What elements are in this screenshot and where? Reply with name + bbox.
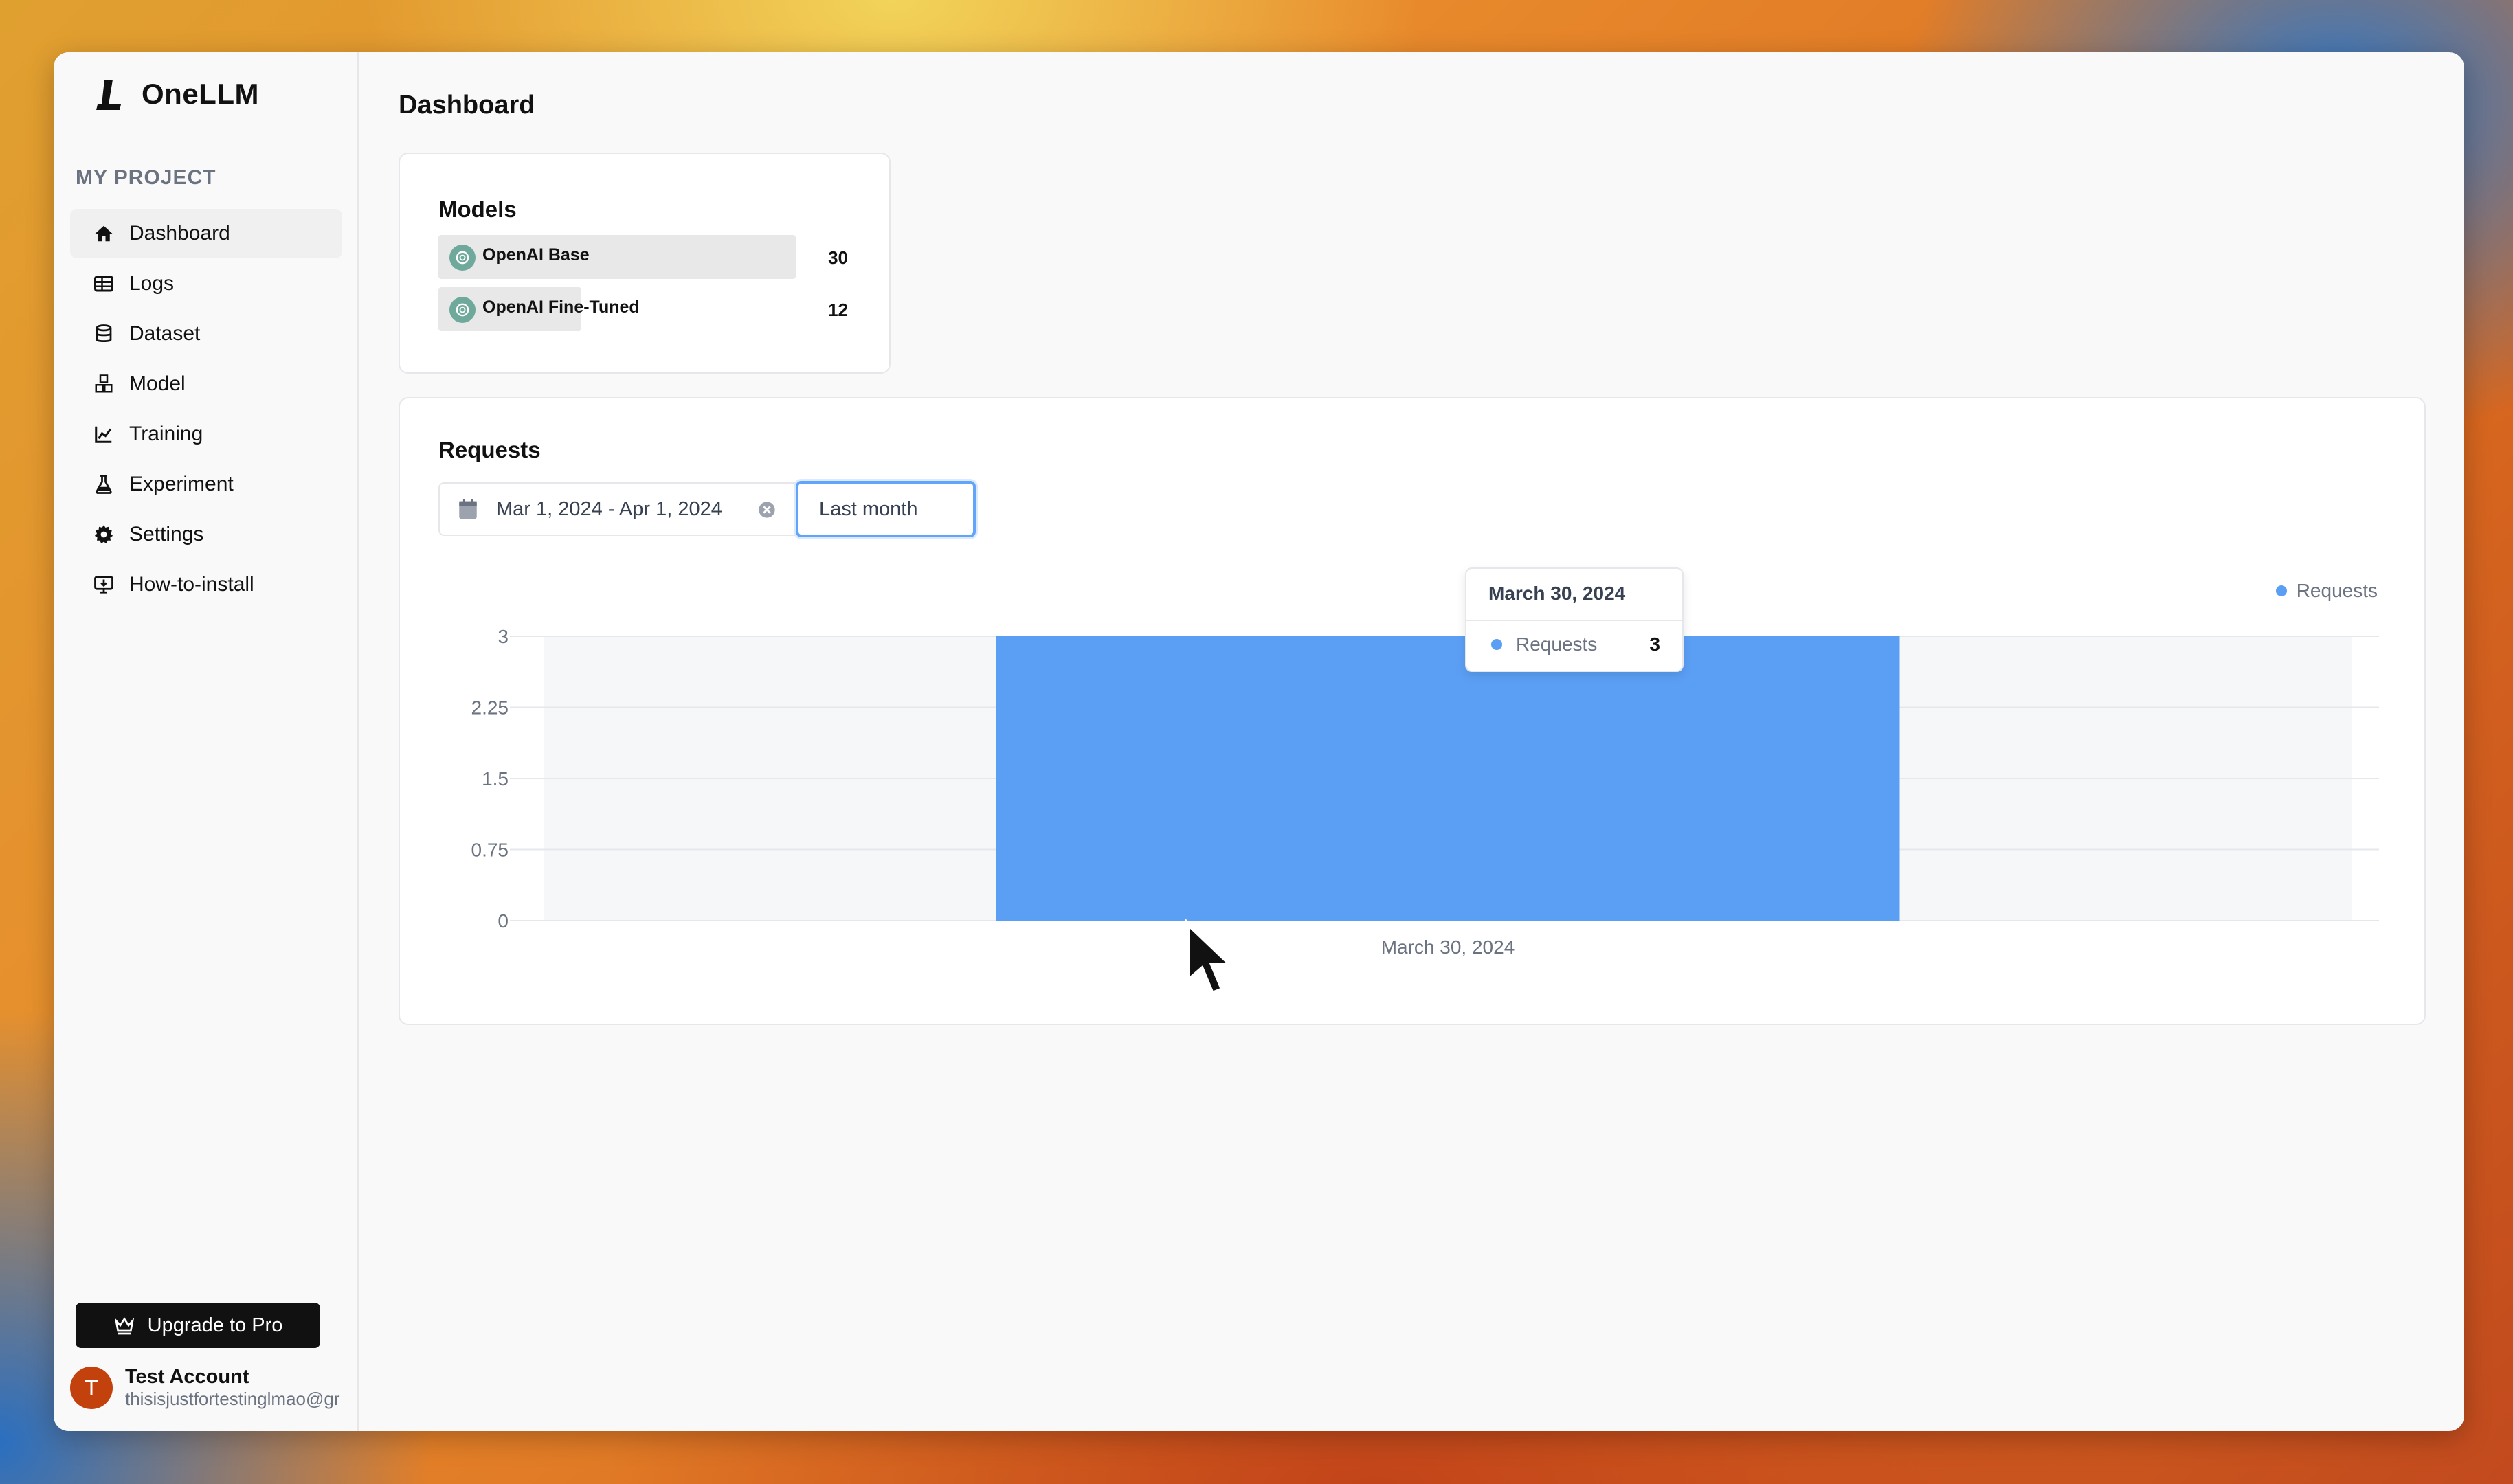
avatar: T [70, 1367, 113, 1409]
flask-icon [96, 475, 112, 494]
sidebar-item-settings[interactable]: Settings [70, 510, 342, 559]
tooltip-row: Requests 3 [1491, 633, 1660, 655]
models-card: Models OpenAI Base 30 OpenAI Fine-Tuned … [399, 153, 891, 374]
openai-icon [449, 297, 476, 323]
logo-icon [96, 80, 121, 110]
y-tick-label: 2.25 [471, 697, 509, 719]
sidebar: OneLLM MY PROJECT Dashboard Logs Dataset… [54, 52, 359, 1431]
chart-icon [95, 426, 112, 443]
sidebar-item-logs[interactable]: Logs [70, 259, 342, 308]
bar [996, 636, 1900, 921]
sidebar-item-label: Logs [129, 272, 175, 295]
sidebar-item-dashboard[interactable]: Dashboard [70, 209, 342, 258]
mouse-cursor-icon [1185, 919, 1233, 996]
account-menu[interactable]: T Test Account thisisjustfortestinglmao@… [70, 1366, 359, 1410]
home-icon [95, 225, 113, 242]
account-info: Test Account thisisjustfortestinglmao@gr [125, 1366, 342, 1410]
models-title: Models [438, 196, 517, 222]
project-label: MY PROJECT [76, 166, 216, 189]
tooltip-value: 3 [1649, 633, 1660, 655]
main-content: Dashboard Models OpenAI Base 30 OpenAI F… [359, 52, 2464, 1431]
tooltip-series: Requests [1516, 633, 1598, 655]
sidebar-item-dataset[interactable]: Dataset [70, 309, 342, 359]
gear-icon [94, 525, 113, 544]
app-name: OneLLM [142, 78, 259, 110]
monitor-download-icon [94, 576, 113, 594]
model-name: OpenAI Base [482, 245, 590, 265]
app-window: OneLLM MY PROJECT Dashboard Logs Dataset… [54, 52, 2464, 1431]
y-tick-label: 0 [498, 910, 509, 932]
requests-card: Requests Mar 1, 2024 - Apr 1, 2024 Last … [399, 397, 2426, 1025]
upgrade-button[interactable]: Upgrade to Pro [76, 1303, 320, 1348]
sidebar-item-experiment[interactable]: Experiment [70, 460, 342, 509]
x-tick-label: March 30, 2024 [1381, 936, 1515, 958]
account-name: Test Account [125, 1366, 249, 1388]
tooltip-dot [1491, 639, 1502, 650]
tooltip-date: March 30, 2024 [1488, 583, 1626, 604]
brand[interactable]: OneLLM [93, 77, 259, 111]
sidebar-nav: Dashboard Logs Dataset Model Training Ex… [70, 209, 342, 610]
account-email: thisisjustfortestinglmao@gr [125, 1389, 340, 1409]
sidebar-item-label: Training [129, 423, 203, 445]
sidebar-item-how-to-install[interactable]: How-to-install [70, 560, 342, 609]
openai-icon [449, 245, 476, 271]
y-tick-label: 0.75 [471, 840, 509, 861]
upgrade-label: Upgrade to Pro [147, 1314, 283, 1336]
model-row[interactable]: OpenAI Fine-Tuned 12 [438, 287, 848, 331]
y-tick-label: 3 [498, 626, 509, 647]
sidebar-item-label: Dataset [129, 322, 201, 345]
cubes-icon [95, 374, 113, 393]
y-tick-label: 1.5 [482, 768, 509, 789]
database-icon [96, 324, 112, 342]
model-name: OpenAI Fine-Tuned [482, 297, 640, 317]
sidebar-item-label: Dashboard [129, 222, 230, 245]
sidebar-item-label: How-to-install [129, 573, 254, 596]
sidebar-item-label: Experiment [129, 473, 234, 495]
tooltip-divider [1466, 620, 1682, 621]
model-row[interactable]: OpenAI Base 30 [438, 235, 848, 279]
table-icon [94, 276, 113, 292]
sidebar-item-training[interactable]: Training [70, 409, 342, 459]
sidebar-item-model[interactable]: Model [70, 359, 342, 409]
model-count: 30 [828, 247, 848, 268]
page-title: Dashboard [399, 91, 535, 120]
requests-bar-chart: 0 0.75 1.5 2.25 3 March 30, 2024 [471, 626, 2379, 958]
model-count: 12 [828, 300, 848, 320]
sidebar-item-label: Model [129, 372, 186, 395]
sidebar-item-label: Settings [129, 523, 204, 546]
crown-icon [114, 1317, 134, 1335]
chart-tooltip: March 30, 2024 Requests 3 [1465, 567, 1684, 672]
